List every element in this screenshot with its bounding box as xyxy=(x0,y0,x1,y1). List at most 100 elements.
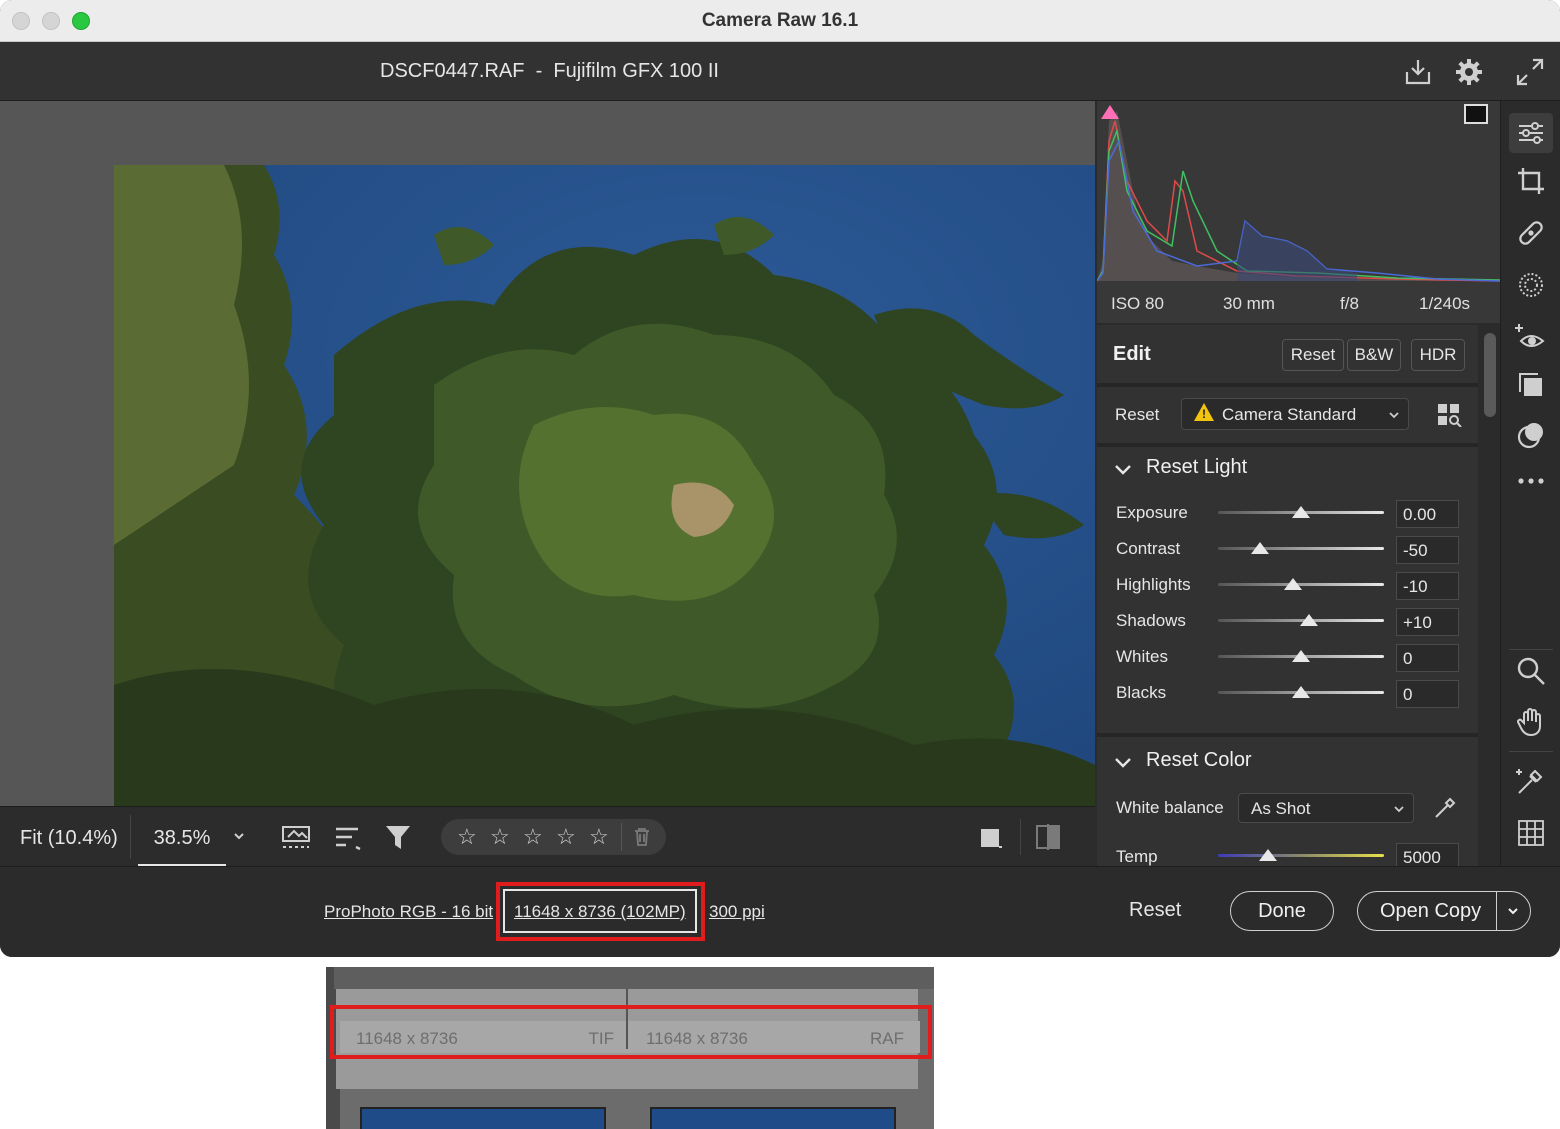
toolbar-divider xyxy=(1020,819,1021,855)
slider-thumb[interactable] xyxy=(1292,650,1310,662)
light-section-title[interactable]: Reset Light xyxy=(1146,456,1247,479)
slider-label: Highlights xyxy=(1116,575,1191,594)
white-balance-label: White balance xyxy=(1116,798,1224,817)
slider-thumb[interactable] xyxy=(1300,614,1319,626)
hand-tool-icon[interactable] xyxy=(1515,705,1547,737)
masking-icon[interactable] xyxy=(1515,269,1547,301)
scrollbar-thumb[interactable] xyxy=(1484,333,1496,417)
chevron-down-icon[interactable] xyxy=(1115,755,1131,768)
chevron-down-icon xyxy=(1393,802,1405,820)
slider-thumb[interactable] xyxy=(1283,578,1302,590)
slider-thumb[interactable] xyxy=(1250,542,1269,554)
sliders-icon[interactable] xyxy=(1515,117,1547,149)
done-button[interactable]: Done xyxy=(1230,891,1334,931)
rating-divider xyxy=(621,823,622,851)
presets-icon[interactable] xyxy=(1515,419,1547,451)
slider-label: Contrast xyxy=(1116,539,1181,558)
temp-slider-track[interactable] xyxy=(1218,854,1384,857)
crop-icon[interactable] xyxy=(1515,165,1547,197)
slider-value-field[interactable]: -10 xyxy=(1396,572,1459,600)
open-copy-label: Open Copy xyxy=(1380,900,1482,922)
grid-overlay-icon[interactable] xyxy=(1515,817,1547,849)
slider-label: Blacks xyxy=(1116,683,1167,702)
window-title: Camera Raw 16.1 xyxy=(701,10,859,31)
bw-button[interactable]: B&W xyxy=(1347,339,1401,371)
star-3-icon[interactable]: ☆ xyxy=(523,824,543,850)
panel-scrollbar[interactable] xyxy=(1480,325,1500,866)
title-bar: Camera Raw 16.1 xyxy=(0,0,1560,42)
edit-panel: Edit Reset B&W HDR Reset ! Camera Standa… xyxy=(1097,325,1478,866)
slider-value-field[interactable]: 0 xyxy=(1396,680,1459,708)
tool-strip xyxy=(1500,101,1560,866)
star-4-icon[interactable]: ☆ xyxy=(556,824,576,850)
footer-bar: ProPhoto RGB - 16 bit 11648 x 8736 (102M… xyxy=(0,866,1560,957)
reset-all-button[interactable]: Reset xyxy=(1282,339,1344,371)
view-mode-icon[interactable] xyxy=(978,825,1004,856)
profile-reset-label[interactable]: Reset xyxy=(1115,405,1159,425)
hdr-button[interactable]: HDR xyxy=(1411,339,1465,371)
aperture-value: f/8 xyxy=(1340,294,1359,313)
filmstrip-icon[interactable] xyxy=(280,823,316,856)
panel-divider xyxy=(1097,383,1478,387)
focal-length-value: 30 mm xyxy=(1223,294,1275,313)
slider-track[interactable] xyxy=(1218,547,1384,550)
highlight-clipping-warning-icon[interactable] xyxy=(1464,104,1488,124)
strip-divider xyxy=(1509,649,1553,650)
eyedropper-icon[interactable] xyxy=(1432,793,1460,826)
save-download-icon[interactable] xyxy=(1402,56,1434,88)
profile-browser-icon[interactable] xyxy=(1437,403,1463,432)
library-inset: 11648 x 8736 TIF 11648 x 8736 RAF xyxy=(326,967,934,1129)
zoom-fit-button[interactable]: Fit (10.4%) xyxy=(20,827,118,850)
slider-thumb[interactable] xyxy=(1292,506,1310,518)
color-section-title[interactable]: Reset Color xyxy=(1146,749,1252,772)
image-preview[interactable] xyxy=(0,101,1095,806)
temp-slider-thumb[interactable] xyxy=(1258,849,1277,861)
open-copy-button[interactable]: Open Copy xyxy=(1357,891,1531,931)
white-balance-select[interactable]: As Shot xyxy=(1238,793,1414,823)
thumbnail[interactable] xyxy=(360,1107,606,1129)
profile-value: Camera Standard xyxy=(1222,405,1357,424)
star-1-icon[interactable]: ☆ xyxy=(457,824,477,850)
snapshots-icon[interactable] xyxy=(1515,369,1547,401)
trash-icon[interactable] xyxy=(633,827,651,852)
star-5-icon[interactable]: ☆ xyxy=(589,824,609,850)
slider-value-field[interactable]: 0 xyxy=(1396,644,1459,672)
sort-icon[interactable] xyxy=(334,825,364,856)
before-after-icon[interactable] xyxy=(1034,823,1064,856)
thumbnail[interactable] xyxy=(650,1107,896,1129)
temp-value-field[interactable]: 5000 xyxy=(1396,843,1459,866)
chevron-down-icon xyxy=(1388,408,1400,426)
slider-value-field[interactable]: 0.00 xyxy=(1396,500,1459,528)
camera-raw-window: Camera Raw 16.1 DSCF0447.RAF - Fujifilm … xyxy=(0,0,1560,957)
color-space-link[interactable]: ProPhoto RGB - 16 bit xyxy=(324,902,493,922)
highlight-box-inner xyxy=(503,889,697,933)
zoom-tool-icon[interactable] xyxy=(1515,655,1547,687)
profile-select[interactable]: ! Camera Standard xyxy=(1181,398,1409,430)
red-eye-icon[interactable] xyxy=(1515,321,1547,353)
panel-divider xyxy=(1097,733,1478,737)
filter-icon[interactable] xyxy=(384,823,414,858)
gear-icon[interactable] xyxy=(1453,56,1485,88)
chevron-down-icon[interactable] xyxy=(1506,904,1520,923)
slider-label: Exposure xyxy=(1116,503,1188,522)
slider-value-field[interactable]: +10 xyxy=(1396,608,1459,636)
zoom-percent-button[interactable]: 38.5% xyxy=(138,815,226,867)
chevron-down-icon[interactable] xyxy=(232,829,246,848)
expand-icon[interactable] xyxy=(1514,56,1546,88)
chevron-down-icon[interactable] xyxy=(1115,462,1131,475)
resolution-link[interactable]: 300 ppi xyxy=(709,902,765,922)
white-balance-value: As Shot xyxy=(1251,799,1311,818)
file-title: DSCF0447.RAF - Fujifilm GFX 100 II xyxy=(380,60,719,82)
color-sampler-icon[interactable] xyxy=(1515,765,1547,797)
slider-value-field[interactable]: -50 xyxy=(1396,536,1459,564)
footer-reset-button[interactable]: Reset xyxy=(1129,899,1181,922)
star-2-icon[interactable]: ☆ xyxy=(490,824,510,850)
slider-label: Whites xyxy=(1116,647,1168,666)
more-options-icon[interactable] xyxy=(1515,469,1547,501)
highlight-box xyxy=(330,1005,932,1059)
shadow-clipping-warning-icon[interactable] xyxy=(1101,105,1119,119)
healing-bandage-icon[interactable] xyxy=(1515,217,1547,249)
warning-icon-mark: ! xyxy=(1202,407,1206,421)
slider-thumb[interactable] xyxy=(1292,686,1310,698)
edit-title: Edit xyxy=(1113,343,1151,365)
